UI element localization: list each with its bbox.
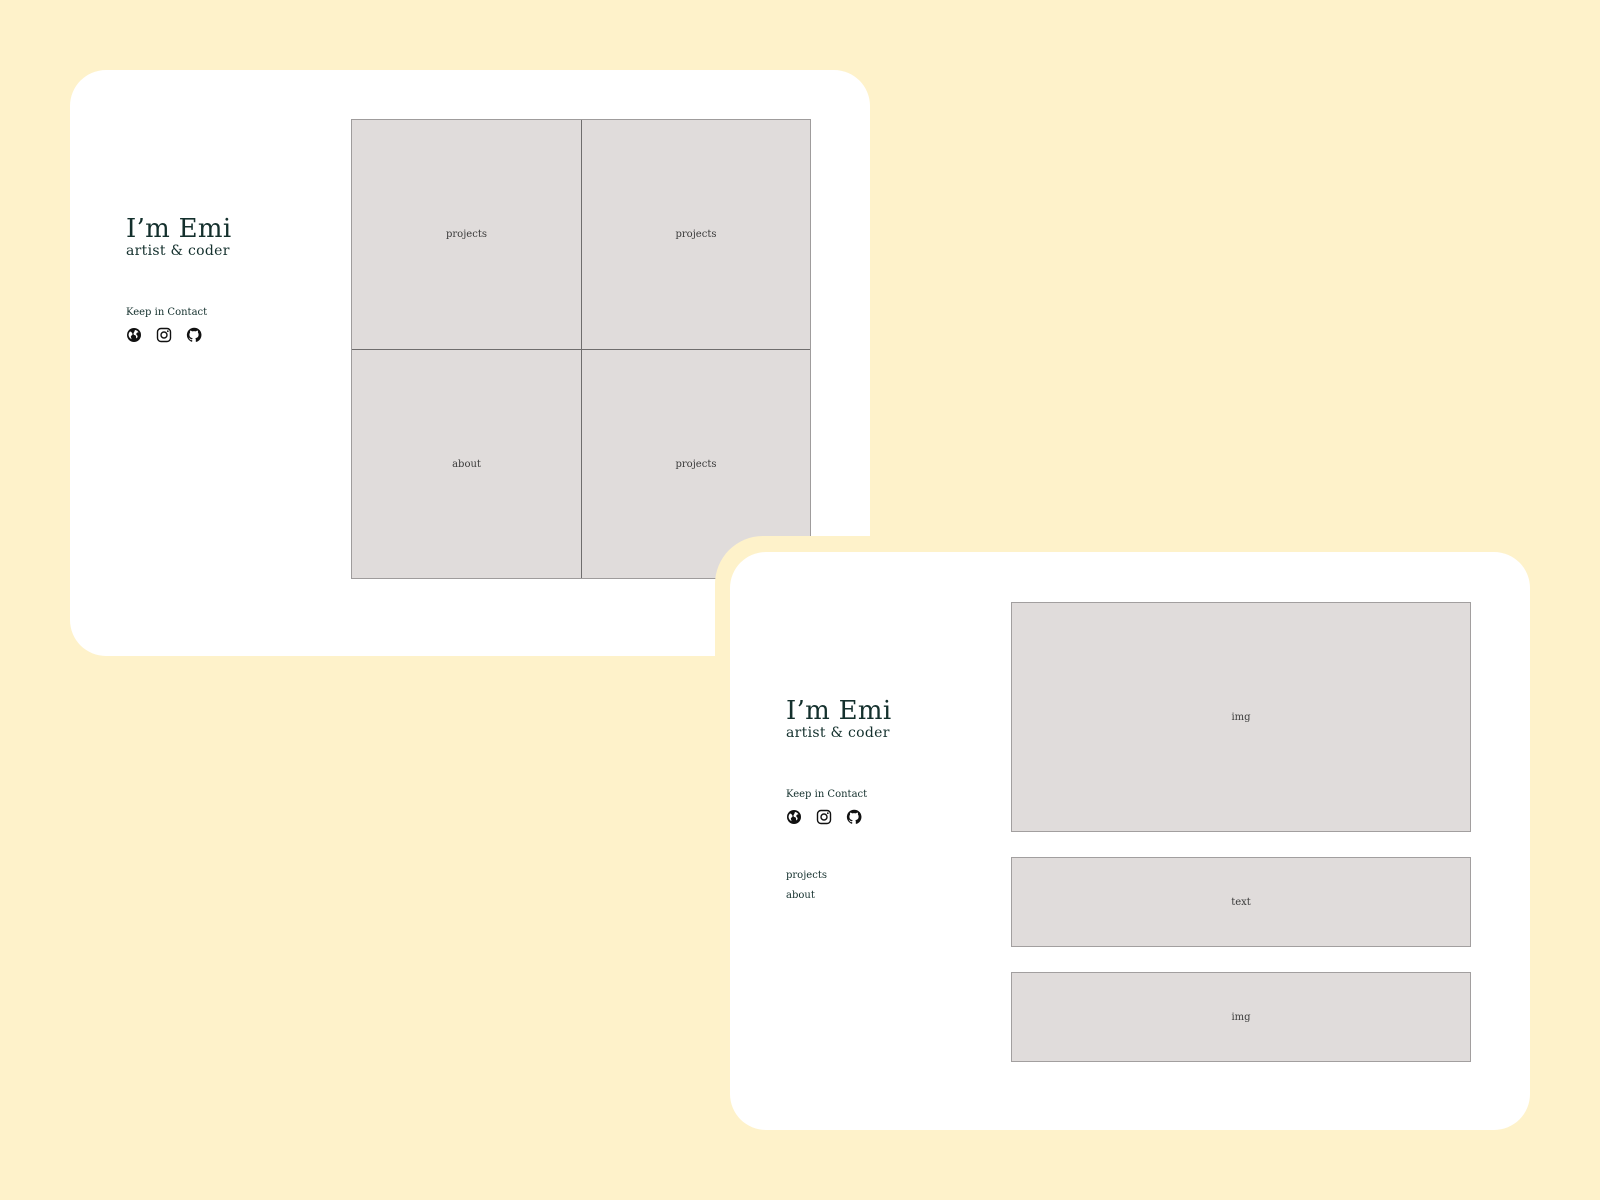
tile-about[interactable]: about	[352, 349, 581, 578]
brand-name: I’m Emi	[786, 696, 892, 726]
contact-section: Keep in Contact	[126, 307, 207, 343]
globe-icon[interactable]	[126, 327, 142, 343]
brand: I’m Emi artist & coder	[786, 698, 892, 741]
social-icons	[786, 809, 867, 825]
tile-projects-1[interactable]: projects	[352, 120, 581, 349]
instagram-icon[interactable]	[156, 327, 172, 343]
globe-icon[interactable]	[786, 809, 802, 825]
tile-projects-2[interactable]: projects	[581, 120, 810, 349]
contact-section: Keep in Contact	[786, 789, 867, 825]
brand-tagline: artist & coder	[786, 725, 890, 741]
text-block: text	[1011, 857, 1471, 947]
contact-label: Keep in Contact	[126, 307, 208, 318]
image-block-2: img	[1011, 972, 1471, 1062]
github-icon[interactable]	[846, 809, 862, 825]
image-block-1: img	[1011, 602, 1471, 832]
nav-about[interactable]: about	[786, 890, 827, 902]
project-grid: projects projects about projects	[351, 119, 811, 579]
social-icons	[126, 327, 207, 343]
contact-label: Keep in Contact	[786, 789, 868, 800]
nav-projects[interactable]: projects	[786, 870, 827, 882]
brand-name: I’m Emi	[126, 214, 232, 244]
brand: I’m Emi artist & coder	[126, 216, 232, 259]
brand-tagline: artist & coder	[126, 243, 230, 259]
github-icon[interactable]	[186, 327, 202, 343]
detail-screen-card: I’m Emi artist & coder Keep in Contact p…	[730, 552, 1530, 1130]
instagram-icon[interactable]	[816, 809, 832, 825]
nav-menu: projects about	[786, 870, 827, 910]
